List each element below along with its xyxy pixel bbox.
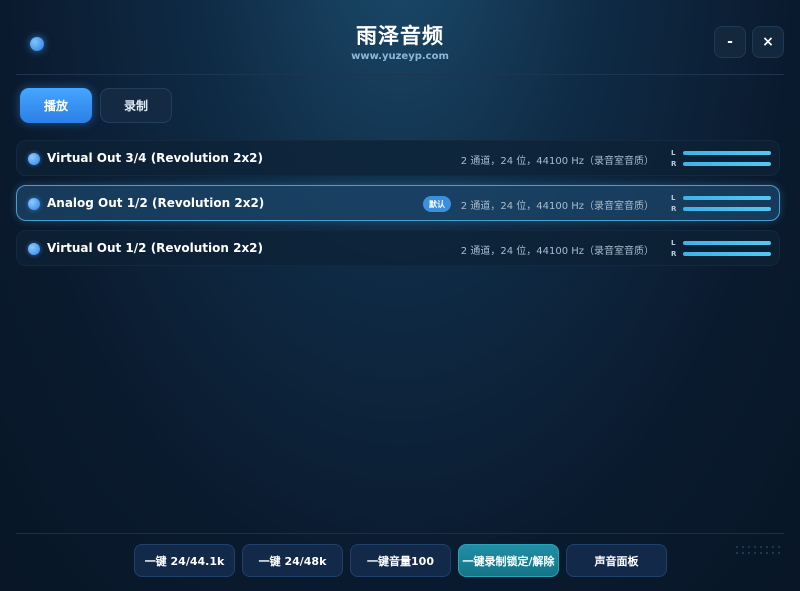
minimize-button[interactable]: - [714, 26, 746, 58]
record-lock-toggle-button[interactable]: 一键录制锁定/解除 [458, 544, 559, 577]
footer-divider [16, 533, 784, 534]
device-row-selected[interactable]: Analog Out 1/2 (Revolution 2x2) 默认 2 通道，… [16, 185, 780, 221]
device-row[interactable]: Virtual Out 1/2 (Revolution 2x2) 2 通道，24… [16, 230, 780, 266]
tab-playback[interactable]: 播放 [20, 88, 92, 123]
volume-100-button[interactable]: 一键音量100 [350, 544, 451, 577]
device-status-icon [28, 243, 40, 255]
app-header: 雨泽音频 www.yuzeyp.com [0, 22, 800, 63]
meter-left-bar [683, 196, 771, 200]
device-format: 2 通道，24 位，44100 Hz（录音室音质） [460, 156, 654, 167]
device-name: Virtual Out 3/4 (Revolution 2x2) [47, 151, 264, 165]
header-divider [16, 74, 784, 75]
device-status-icon [28, 153, 40, 165]
level-meter: L R [671, 238, 773, 260]
device-row[interactable]: Virtual Out 3/4 (Revolution 2x2) 2 通道，24… [16, 140, 780, 176]
meter-left-label: L [671, 194, 676, 202]
level-meter: L R [671, 148, 773, 170]
device-format: 2 通道，24 位，44100 Hz（录音室音质） [460, 201, 654, 212]
app-title: 雨泽音频 [356, 24, 444, 48]
meter-right-bar [683, 162, 771, 166]
meter-right-label: R [671, 205, 677, 213]
resize-grip[interactable] [734, 544, 784, 558]
sound-panel-button[interactable]: 声音面板 [566, 544, 667, 577]
device-name: Analog Out 1/2 (Revolution 2x2) [47, 196, 265, 210]
meter-left-label: L [671, 149, 676, 157]
meter-left-bar [683, 241, 771, 245]
app-subtitle: www.yuzeyp.com [351, 51, 449, 62]
preset-24-44k-button[interactable]: 一键 24/44.1k [134, 544, 235, 577]
device-status-icon [28, 198, 40, 210]
default-badge: 默认 [423, 196, 451, 212]
meter-left-label: L [671, 239, 676, 247]
meter-left-bar [683, 151, 771, 155]
meter-right-label: R [671, 160, 677, 168]
tab-bar: 播放 录制 [20, 88, 172, 123]
quick-action-bar: 一键 24/44.1k 一键 24/48k 一键音量100 一键录制锁定/解除 … [134, 544, 667, 577]
tab-recording[interactable]: 录制 [100, 88, 172, 123]
preset-24-48k-button[interactable]: 一键 24/48k [242, 544, 343, 577]
meter-right-bar [683, 252, 771, 256]
device-name: Virtual Out 1/2 (Revolution 2x2) [47, 241, 264, 255]
device-list: Virtual Out 3/4 (Revolution 2x2) 2 通道，24… [16, 140, 780, 275]
meter-right-label: R [671, 250, 677, 258]
level-meter: L R [671, 193, 773, 215]
device-format: 2 通道，24 位，44100 Hz（录音室音质） [460, 246, 654, 257]
close-button[interactable]: × [752, 26, 784, 58]
meter-right-bar [683, 207, 771, 211]
